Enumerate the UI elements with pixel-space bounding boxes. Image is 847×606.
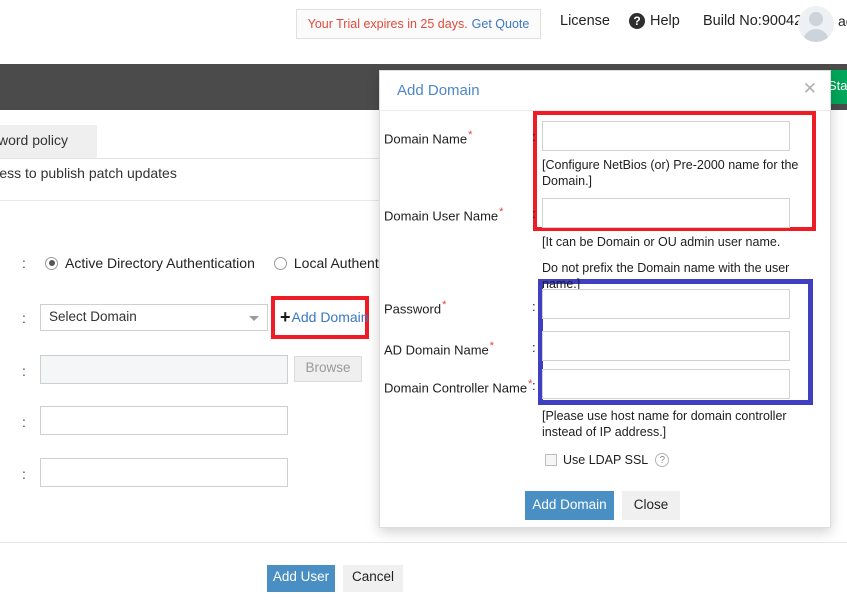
- section-subtitle: vide access to publish patch updates: [0, 165, 177, 181]
- account-name[interactable]: ac: [838, 13, 847, 29]
- get-quote-link[interactable]: Get Quote: [472, 17, 530, 31]
- add-domain-link[interactable]: + Add Domain: [280, 308, 369, 326]
- chevron-down-icon: [249, 316, 259, 321]
- add-domain-modal: Add Domain ✕ Domain Name* : [Configure N…: [379, 70, 831, 528]
- field2-row-colon: :: [22, 414, 26, 430]
- modal-close-button[interactable]: Close: [622, 491, 680, 520]
- file-row-colon: :: [22, 363, 26, 379]
- domain-controller-name-label: Domain Controller Name*: [384, 378, 533, 396]
- plus-icon: +: [280, 307, 291, 327]
- use-ldap-ssl-label: Use LDAP SSL: [563, 453, 649, 467]
- use-ldap-ssl-row[interactable]: Use LDAP SSL ?: [545, 453, 670, 467]
- file-path-input[interactable]: [40, 355, 288, 384]
- help-label: Help: [650, 13, 680, 29]
- close-icon[interactable]: ✕: [803, 80, 817, 97]
- top-bar: Your Trial expires in 25 days. Get Quote…: [0, 0, 847, 58]
- auth-type-radio-group: Active Directory Authentication Local Au…: [45, 255, 411, 271]
- trial-notice: Your Trial expires in 25 days. Get Quote: [296, 9, 541, 39]
- add-user-button[interactable]: Add User: [267, 565, 335, 592]
- ad-domain-name-label: AD Domain Name*: [384, 340, 495, 358]
- tab-password-policy[interactable]: word policy: [0, 125, 97, 158]
- help-link[interactable]: ? Help: [629, 13, 680, 29]
- trial-notice-text: Your Trial expires in 25 days.: [307, 17, 468, 31]
- use-ldap-ssl-checkbox[interactable]: [545, 454, 557, 466]
- domain-user-name-hint-line1: [It can be Domain or OU admin user name.: [542, 235, 781, 249]
- question-mark-icon[interactable]: ?: [655, 453, 670, 467]
- required-asterisk: *: [442, 299, 447, 311]
- radio-active-directory-label: Active Directory Authentication: [65, 255, 255, 271]
- add-domain-link-label: Add Domain: [291, 309, 369, 325]
- domain-controller-name-colon: :: [532, 378, 536, 393]
- license-link[interactable]: License: [560, 13, 610, 29]
- cancel-button[interactable]: Cancel: [343, 565, 403, 592]
- background-field-3[interactable]: [40, 458, 288, 487]
- domain-controller-hint: [Please use host name for domain control…: [542, 409, 787, 439]
- footer-divider: [0, 542, 847, 543]
- domain-name-hint: [Configure NetBios (or) Pre-2000 name fo…: [542, 158, 799, 188]
- domain-name-input[interactable]: [542, 121, 790, 151]
- domain-row-colon: :: [22, 310, 26, 326]
- password-label: Password*: [384, 299, 447, 317]
- password-input[interactable]: [542, 289, 790, 319]
- domain-user-name-label: Domain User Name*: [384, 206, 504, 224]
- domain-name-colon: :: [532, 129, 536, 144]
- radio-active-directory[interactable]: [45, 256, 58, 270]
- domain-user-name-colon: :: [532, 206, 536, 221]
- required-asterisk: *: [499, 206, 504, 218]
- domain-user-name-hint-line2: Do not prefix the Domain name with the u…: [542, 261, 790, 291]
- ad-domain-name-colon: :: [532, 340, 536, 355]
- avatar-body: [803, 29, 829, 42]
- password-colon: :: [532, 299, 536, 314]
- domain-user-name-input[interactable]: [542, 198, 790, 228]
- domain-controller-name-input[interactable]: [542, 369, 790, 399]
- radio-local-auth[interactable]: [273, 256, 287, 270]
- tab-strip: word policy: [0, 125, 380, 159]
- modal-header: Add Domain ✕: [380, 71, 830, 111]
- build-number: Build No:90042: [703, 13, 803, 29]
- modal-add-domain-button[interactable]: Add Domain: [525, 491, 614, 520]
- auth-row-colon: :: [22, 255, 26, 271]
- background-field-2[interactable]: [40, 406, 288, 435]
- domain-name-label: Domain Name*: [384, 129, 473, 147]
- question-circle-icon: ?: [629, 13, 645, 29]
- user-avatar-icon[interactable]: [798, 6, 834, 42]
- select-domain-dropdown[interactable]: Select Domain: [40, 304, 268, 331]
- ad-domain-name-input[interactable]: [542, 331, 790, 361]
- select-domain-value: Select Domain: [49, 309, 137, 324]
- field3-row-colon: :: [22, 466, 26, 482]
- required-asterisk: *: [489, 340, 495, 352]
- avatar-head: [809, 12, 823, 26]
- section-divider: [0, 200, 379, 201]
- required-asterisk: *: [468, 129, 473, 141]
- app-root: Your Trial expires in 25 days. Get Quote…: [0, 0, 847, 606]
- modal-title: Add Domain: [397, 82, 480, 99]
- browse-button[interactable]: Browse: [294, 356, 362, 382]
